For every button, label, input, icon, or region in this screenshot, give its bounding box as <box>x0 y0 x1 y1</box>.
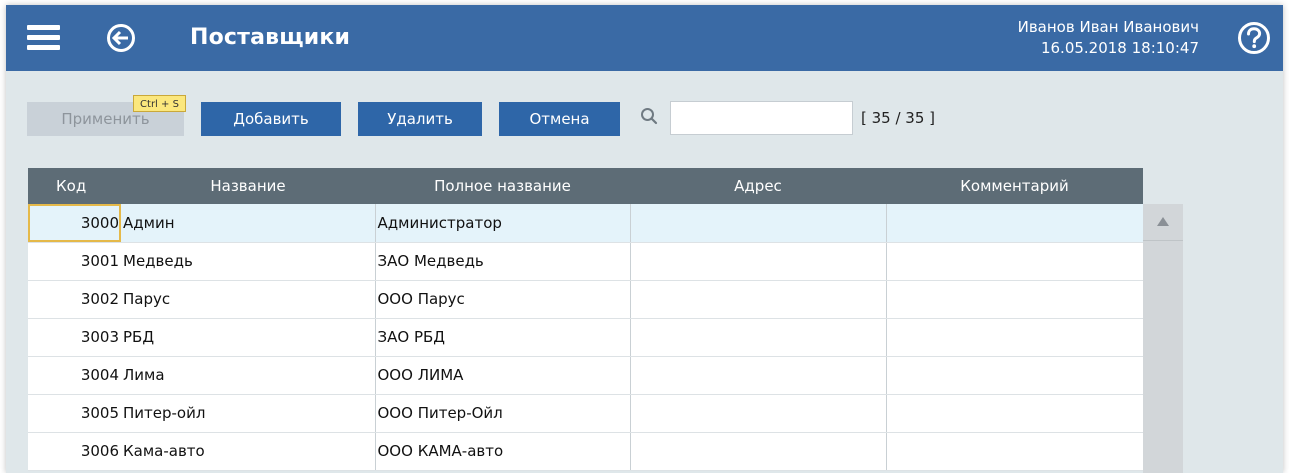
table-row[interactable]: 3006 Кама-авто ООО КАМА-авто <box>28 432 1144 471</box>
page-title: Поставщики <box>190 25 351 50</box>
cell-comment[interactable] <box>886 356 1144 395</box>
scroll-up-button[interactable] <box>1143 204 1183 241</box>
cell-code[interactable]: 3002 <box>28 280 121 319</box>
column-header-address[interactable]: Адрес <box>630 168 886 204</box>
cell-code[interactable]: 3000 <box>28 204 121 243</box>
cell-comment[interactable] <box>886 318 1144 357</box>
table-row[interactable]: 3002 Парус ООО Парус <box>28 280 1144 319</box>
cell-address[interactable] <box>630 204 887 243</box>
cell-address[interactable] <box>630 432 887 471</box>
toolbar: Применить Ctrl + S Добавить Удалить Отме… <box>6 71 1283 161</box>
table-row[interactable]: 3000 Админ Администратор <box>28 204 1144 243</box>
table-row[interactable]: 3001 Медведь ЗАО Медведь <box>28 242 1144 281</box>
cell-address[interactable] <box>630 242 887 281</box>
cell-code[interactable]: 3006 <box>28 432 121 471</box>
record-counter: [ 35 / 35 ] <box>861 109 936 127</box>
cell-full-name[interactable]: Администратор <box>375 204 631 243</box>
back-arrow-icon[interactable] <box>106 23 136 53</box>
current-datetime: 16.05.2018 18:10:47 <box>1040 39 1199 57</box>
help-icon[interactable] <box>1237 21 1271 55</box>
table-row[interactable]: 3005 Питер-ойл ООО Питер-Ойл <box>28 394 1144 433</box>
cell-name[interactable]: Лима <box>121 356 376 395</box>
cell-comment[interactable] <box>886 280 1144 319</box>
vertical-scrollbar[interactable] <box>1143 204 1183 473</box>
cell-code[interactable]: 3003 <box>28 318 121 357</box>
cell-comment[interactable] <box>886 242 1144 281</box>
cell-address[interactable] <box>630 318 887 357</box>
user-name: Иванов Иван Иванович <box>1017 18 1199 36</box>
arrow-up-icon <box>1157 217 1169 226</box>
app-header: Поставщики Иванов Иван Иванович 16.05.20… <box>6 5 1283 71</box>
user-info: Иванов Иван Иванович 16.05.2018 18:10:47 <box>1018 17 1199 59</box>
table-row[interactable]: 3003 РБД ЗАО РБД <box>28 318 1144 357</box>
table-header-row: Код Название Полное название Адрес Комме… <box>28 168 1143 204</box>
cell-address[interactable] <box>630 394 887 433</box>
cell-full-name[interactable]: ЗАО Медведь <box>375 242 631 281</box>
cell-code[interactable]: 3005 <box>28 394 121 433</box>
column-header-code[interactable]: Код <box>28 168 121 204</box>
shortcut-hint: Ctrl + S <box>133 95 186 112</box>
search-input[interactable] <box>670 101 853 135</box>
cell-name[interactable]: Парус <box>121 280 376 319</box>
cell-name[interactable]: Питер-ойл <box>121 394 376 433</box>
cell-comment[interactable] <box>886 394 1144 433</box>
cell-name[interactable]: РБД <box>121 318 376 357</box>
suppliers-table: Код Название Полное название Адрес Комме… <box>28 168 1144 471</box>
cell-full-name[interactable]: ООО ЛИМА <box>375 356 631 395</box>
column-header-name[interactable]: Название <box>121 168 375 204</box>
cell-comment[interactable] <box>886 204 1144 243</box>
column-header-comment[interactable]: Комментарий <box>886 168 1143 204</box>
cell-name[interactable]: Админ <box>121 204 376 243</box>
cell-name[interactable]: Кама-авто <box>121 432 376 471</box>
cell-full-name[interactable]: ООО КАМА-авто <box>375 432 631 471</box>
hamburger-menu-icon[interactable] <box>27 25 60 51</box>
cancel-button[interactable]: Отмена <box>499 102 620 136</box>
cell-comment[interactable] <box>886 432 1144 471</box>
cell-address[interactable] <box>630 280 887 319</box>
app-window: Поставщики Иванов Иван Иванович 16.05.20… <box>6 5 1283 473</box>
cell-address[interactable] <box>630 356 887 395</box>
table-row[interactable]: 3004 Лима ООО ЛИМА <box>28 356 1144 395</box>
cell-code[interactable]: 3001 <box>28 242 121 281</box>
column-header-full-name[interactable]: Полное название <box>375 168 630 204</box>
search-icon <box>640 107 658 125</box>
cell-full-name[interactable]: ЗАО РБД <box>375 318 631 357</box>
cell-full-name[interactable]: ООО Питер-Ойл <box>375 394 631 433</box>
cell-code[interactable]: 3004 <box>28 356 121 395</box>
add-button[interactable]: Добавить <box>201 102 341 136</box>
cell-name[interactable]: Медведь <box>121 242 376 281</box>
cell-full-name[interactable]: ООО Парус <box>375 280 631 319</box>
delete-button[interactable]: Удалить <box>358 102 482 136</box>
